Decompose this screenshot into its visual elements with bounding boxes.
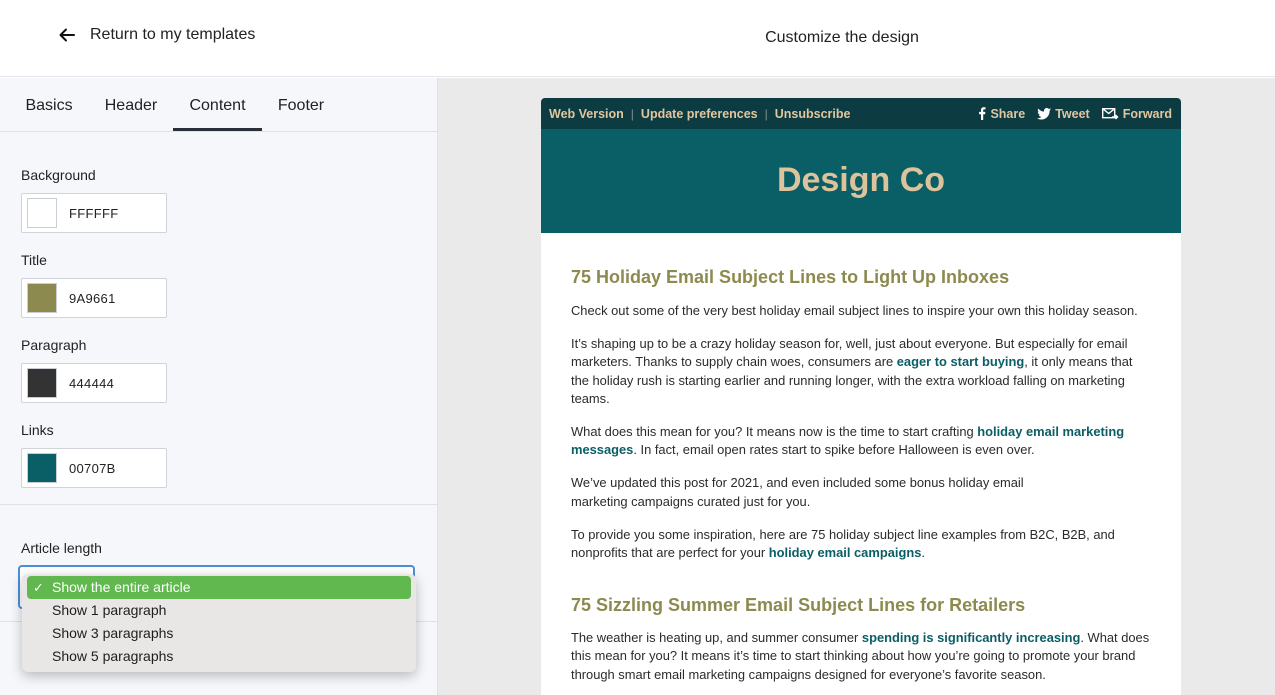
update-preferences-link[interactable]: Update preferences: [641, 107, 758, 121]
article-paragraph: It’s shaping up to be a crazy holiday se…: [571, 336, 1133, 406]
option-label: Show the entire article: [52, 579, 191, 595]
paragraph-color-field[interactable]: 444444: [21, 363, 167, 403]
links-label: Links: [21, 422, 54, 438]
links-color-field[interactable]: 00707B: [21, 448, 167, 488]
share-label: Share: [990, 106, 1026, 121]
arrow-left-icon: [59, 28, 75, 42]
email-body: 75 Holiday Email Subject Lines to Light …: [541, 233, 1181, 684]
article-paragraph: What does this mean for you? It means no…: [571, 424, 1125, 458]
unsubscribe-link[interactable]: Unsubscribe: [775, 107, 851, 121]
links-hex: 00707B: [69, 460, 116, 476]
option-entire-article[interactable]: ✓ Show the entire article: [27, 576, 411, 599]
option-5-paragraphs[interactable]: Show 5 paragraphs: [27, 645, 411, 668]
tweet-label: Tweet: [1055, 106, 1090, 121]
background-color-field[interactable]: FFFFFF: [21, 193, 167, 233]
email-top-bar: Web Version | Update preferences | Unsub…: [541, 98, 1181, 129]
links-swatch[interactable]: [27, 453, 57, 483]
tab-header[interactable]: Header: [96, 78, 166, 131]
background-label: Background: [21, 167, 96, 183]
email-preview-area: Web Version | Update preferences | Unsub…: [438, 78, 1275, 695]
brand-name: Design Co: [776, 160, 946, 199]
eager-to-start-buying-link[interactable]: eager to start buying: [897, 354, 1025, 369]
title-swatch[interactable]: [27, 283, 57, 313]
article-length-label: Article length: [21, 540, 102, 556]
return-to-templates-link[interactable]: Return to my templates: [58, 26, 255, 44]
title-color-field[interactable]: 9A9661: [21, 278, 167, 318]
article-length-dropdown: ✓ Show the entire article Show 1 paragra…: [22, 574, 416, 672]
article-paragraph: To provide you some inspiration, here ar…: [571, 526, 1115, 561]
section-divider: [0, 504, 437, 505]
option-3-paragraphs[interactable]: Show 3 paragraphs: [27, 622, 411, 645]
forward-label: Forward: [1122, 106, 1172, 121]
tab-basics[interactable]: Basics: [14, 78, 84, 131]
article-paragraph: The weather is heating up, and summer co…: [571, 630, 1150, 682]
paragraph-label: Paragraph: [21, 337, 87, 353]
background-hex: FFFFFF: [69, 205, 119, 221]
option-label: Show 1 paragraph: [52, 602, 167, 618]
separator: |: [630, 106, 634, 121]
tab-content[interactable]: Content: [173, 78, 262, 131]
top-bar: Return to my templates Customize the des…: [0, 0, 1275, 77]
checkmark-icon: ✓: [33, 580, 44, 595]
share-button[interactable]: Share: [978, 107, 1025, 121]
spending-increasing-link[interactable]: spending is significantly increasing: [862, 630, 1080, 645]
option-label: Show 3 paragraphs: [52, 625, 174, 641]
article-paragraph: Check out some of the very best holiday …: [571, 303, 1138, 318]
article-title: 75 Sizzling Summer Email Subject Lines f…: [571, 595, 1026, 616]
return-label: Return to my templates: [90, 26, 256, 43]
tab-footer[interactable]: Footer: [266, 78, 336, 131]
paragraph-swatch[interactable]: [27, 368, 57, 398]
article-title: 75 Holiday Email Subject Lines to Light …: [571, 267, 1010, 287]
tweet-button[interactable]: Tweet: [1037, 107, 1090, 121]
web-version-link[interactable]: Web Version: [549, 107, 624, 121]
facebook-icon: [979, 107, 986, 120]
design-sidebar: Basics Header Content Footer Background …: [0, 78, 438, 695]
title-hex: 9A9661: [69, 290, 116, 306]
option-1-paragraph[interactable]: Show 1 paragraph: [27, 599, 411, 622]
article-paragraph: We’ve updated this post for 2021, and ev…: [571, 475, 1024, 509]
forward-button[interactable]: Forward: [1101, 106, 1172, 121]
design-tabs: Basics Header Content Footer: [0, 78, 437, 132]
twitter-icon: [1037, 107, 1052, 119]
option-label: Show 5 paragraphs: [52, 648, 174, 664]
holiday-email-campaigns-link[interactable]: holiday email campaigns: [769, 545, 922, 560]
page-title: Customize the design: [765, 29, 919, 46]
forward-mail-icon: [1101, 107, 1119, 119]
separator: |: [764, 106, 768, 121]
title-label: Title: [21, 252, 47, 268]
paragraph-hex: 444444: [69, 375, 115, 391]
email-preview: Web Version | Update preferences | Unsub…: [541, 98, 1181, 695]
email-banner: Design Co: [541, 129, 1181, 233]
background-swatch[interactable]: [27, 198, 57, 228]
